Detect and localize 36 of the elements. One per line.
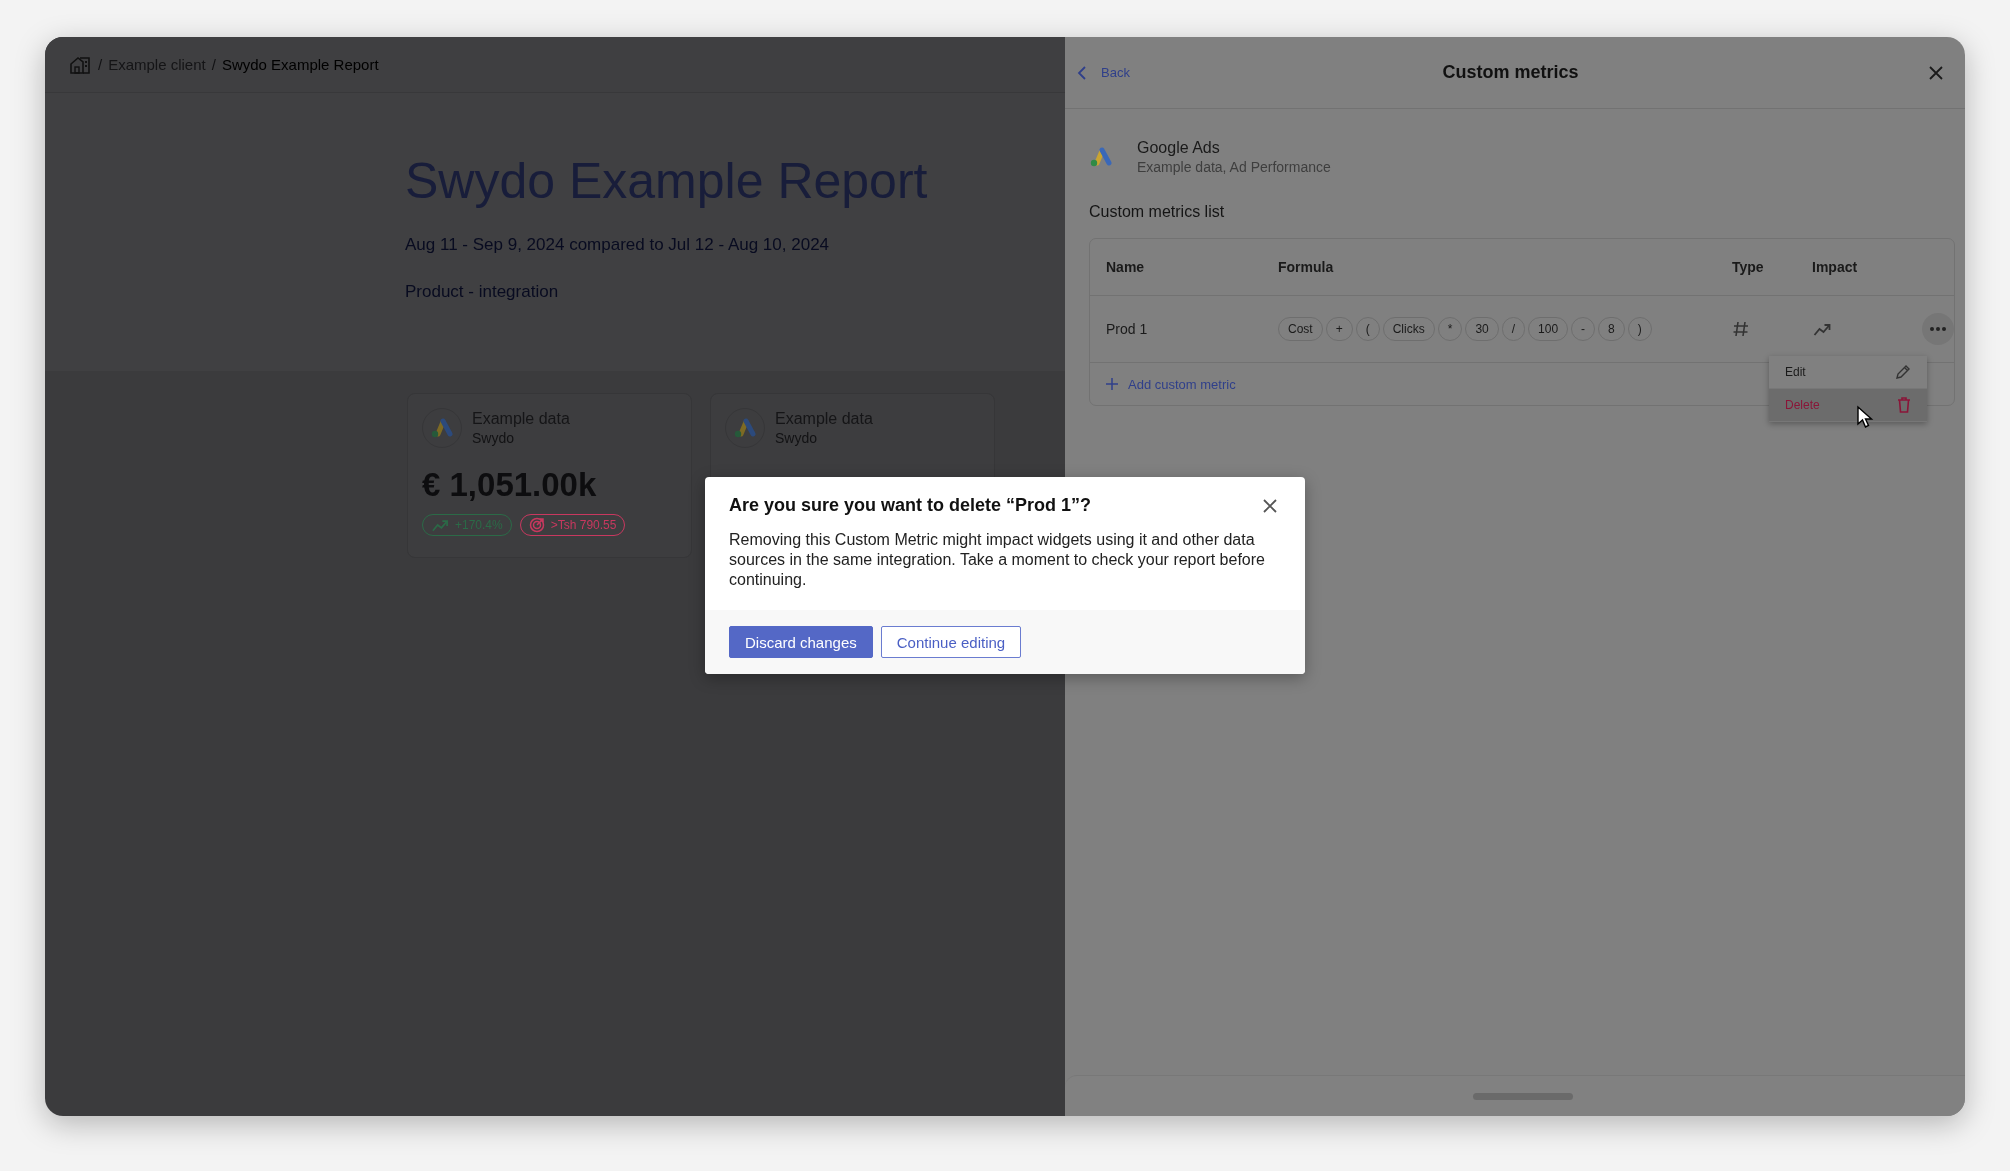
trend-up-icon	[431, 517, 449, 533]
target-icon	[528, 517, 545, 533]
plus-icon	[1106, 378, 1118, 390]
dialog-title: Are you sure you want to delete “Prod 1”?	[729, 495, 1092, 516]
menu-item[interactable]: Delete	[1769, 389, 1927, 422]
close-icon[interactable]	[1928, 64, 1944, 81]
breadcrumb-separator: /	[98, 56, 103, 73]
continue-button[interactable]: Continue editing	[880, 626, 1022, 658]
source-name: Google Ads	[1137, 139, 1221, 157]
date-range: Aug 11 - Sep 9, 2024 compared to Jul 12 - Aug 10, 2024	[405, 235, 831, 255]
column-header: Type	[1732, 259, 1765, 275]
column-header: Impact	[1812, 259, 1859, 275]
section-title: Custom metrics list	[1089, 203, 1226, 221]
source-detail: Example data, Ad Performance	[1137, 159, 1331, 175]
discard-button[interactable]: Discard changes	[729, 626, 873, 658]
column-header: Name	[1106, 259, 1146, 275]
column-header: Formula	[1278, 259, 1335, 275]
dialog-message: Removing this Custom Metric might impact widgets using it and other data sources in the same integration. Take a moment to check your report before continuing.	[728, 530, 1266, 590]
trend-up-icon	[1812, 321, 1832, 337]
google-ads-logo	[733, 417, 757, 439]
hash-icon	[1732, 320, 1750, 338]
pointer-icon	[1856, 405, 1876, 429]
panel-title: Custom metrics	[1442, 62, 1579, 83]
chevron-left-icon	[1077, 64, 1087, 81]
trash-icon	[1897, 397, 1911, 413]
pencil-icon	[1895, 364, 1911, 380]
report-subtitle: Product - integration	[405, 282, 560, 302]
add-custom-metric-link[interactable]: Add custom metric	[1106, 376, 1236, 392]
google-ads-logo	[1089, 146, 1113, 168]
close-icon[interactable]	[1262, 497, 1278, 514]
more-icon[interactable]	[1922, 313, 1954, 345]
google-ads-logo	[430, 417, 454, 439]
table-cell-text: Prod 1	[1106, 321, 1149, 337]
breadcrumb-separator: /	[211, 56, 216, 73]
back-link[interactable]: Back	[1077, 64, 1197, 81]
breadcrumb-link[interactable]: Swydo Example Report	[221, 56, 379, 73]
